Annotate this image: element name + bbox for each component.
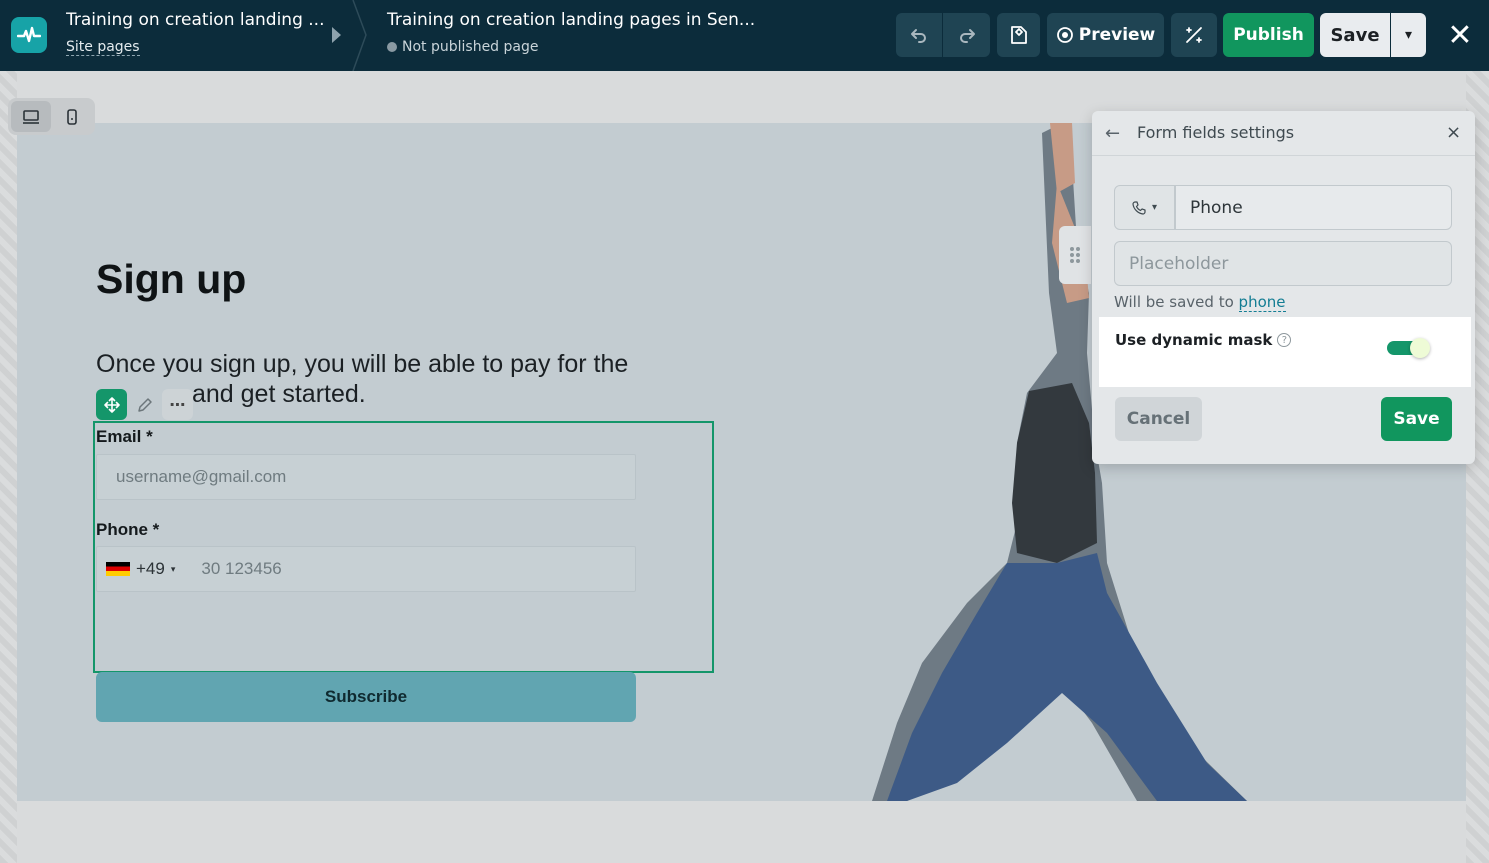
site-title[interactable]: Training on creation landing ...: [66, 10, 326, 30]
undo-icon: [911, 29, 926, 43]
placeholder-input[interactable]: Placeholder: [1114, 241, 1452, 286]
status-dot-icon: [387, 42, 397, 52]
dynamic-mask-toggle[interactable]: [1387, 338, 1430, 358]
breadcrumb-arrow-icon: [332, 27, 341, 43]
move-icon: [103, 396, 120, 413]
redo-icon: [959, 29, 975, 43]
saved-to-field-link[interactable]: phone: [1238, 293, 1286, 312]
drag-handle-icon: [1070, 247, 1080, 263]
magic-tools-button[interactable]: [1171, 13, 1217, 57]
undo-button[interactable]: [896, 13, 942, 57]
panel-header: ← Form fields settings ×: [1092, 111, 1475, 156]
desktop-icon: [22, 109, 39, 124]
germany-flag-icon[interactable]: [106, 562, 130, 576]
panel-save-button[interactable]: Save: [1381, 397, 1452, 441]
help-icon[interactable]: ?: [1277, 333, 1292, 347]
breadcrumb-site: Training on creation landing ... Site pa…: [66, 10, 326, 56]
pencil-icon: [137, 397, 152, 412]
page-title[interactable]: Training on creation landing pages in Se…: [387, 10, 787, 30]
edit-block-button[interactable]: [129, 389, 160, 420]
field-name-input[interactable]: Phone: [1175, 185, 1452, 230]
email-placeholder: username@gmail.com: [116, 467, 287, 486]
save-button[interactable]: Save: [1320, 13, 1390, 57]
eye-icon: [1056, 27, 1073, 43]
layers-button[interactable]: [997, 13, 1040, 57]
close-icon: ✕: [1447, 17, 1473, 53]
phone-field[interactable]: +49 ▾ 30 123456: [96, 546, 636, 592]
desktop-view-button[interactable]: [11, 101, 51, 132]
cancel-button[interactable]: Cancel: [1115, 397, 1202, 441]
chevron-down-icon: ▾: [1404, 27, 1413, 43]
subscribe-button[interactable]: Subscribe: [96, 672, 636, 722]
block-toolbar: ⋯: [96, 389, 193, 420]
country-caret-icon[interactable]: ▾: [171, 564, 176, 575]
page-status: Not published page: [402, 39, 539, 55]
saved-to-note: Will be saved to phone: [1114, 293, 1286, 312]
phone-placeholder: 30 123456: [201, 559, 282, 578]
mobile-view-button[interactable]: [53, 101, 93, 132]
dynamic-mask-label: Use dynamic mask: [1115, 331, 1273, 349]
layers-icon: [1010, 26, 1027, 44]
move-block-button[interactable]: [96, 389, 127, 420]
email-label: Email *: [96, 427, 153, 446]
device-switcher: [8, 98, 95, 135]
more-block-options-button[interactable]: ⋯: [162, 389, 193, 420]
canvas-margin-left: [0, 71, 17, 863]
saved-to-prefix: Will be saved to: [1114, 293, 1234, 311]
breadcrumb-page: Training on creation landing pages in Se…: [387, 10, 787, 55]
field-type-select[interactable]: ▾: [1114, 185, 1175, 230]
magic-wand-icon: [1186, 27, 1202, 43]
preview-button[interactable]: Preview: [1047, 13, 1164, 57]
breadcrumb-separator: [352, 0, 367, 71]
placeholder-input-hint: Placeholder: [1129, 253, 1229, 274]
site-pages-link[interactable]: Site pages: [66, 39, 140, 56]
panel-close-icon[interactable]: ×: [1446, 122, 1461, 143]
phone-label: Phone *: [96, 520, 160, 539]
logo-pulse-icon[interactable]: [11, 17, 47, 53]
publish-button[interactable]: Publish: [1223, 13, 1314, 57]
phone-icon: [1132, 200, 1146, 215]
back-arrow-icon[interactable]: ←: [1105, 123, 1120, 144]
page-footer-section[interactable]: [17, 801, 1466, 863]
top-bar: Training on creation landing ... Site pa…: [0, 0, 1489, 71]
form-fields-settings-panel: ← Form fields settings × ▾ Phone Placeho…: [1092, 111, 1475, 464]
mobile-icon: [67, 108, 78, 125]
more-icon: ⋯: [169, 395, 186, 414]
email-field[interactable]: username@gmail.com: [96, 454, 636, 500]
redo-button[interactable]: [943, 13, 990, 57]
save-options-button[interactable]: ▾: [1391, 13, 1426, 57]
hero-subheading-line1: Once you sign up, you will be able to pa…: [96, 350, 629, 378]
hero-heading[interactable]: Sign up: [96, 256, 246, 303]
close-editor-button[interactable]: ✕: [1444, 17, 1476, 53]
dynamic-mask-row: Use dynamic mask ?: [1099, 317, 1471, 387]
panel-title: Form fields settings: [1137, 123, 1295, 142]
chevron-down-icon: ▾: [1151, 202, 1158, 213]
panel-drag-handle[interactable]: [1059, 226, 1091, 284]
phone-country-code[interactable]: +49: [136, 559, 165, 579]
preview-label: Preview: [1078, 25, 1156, 45]
